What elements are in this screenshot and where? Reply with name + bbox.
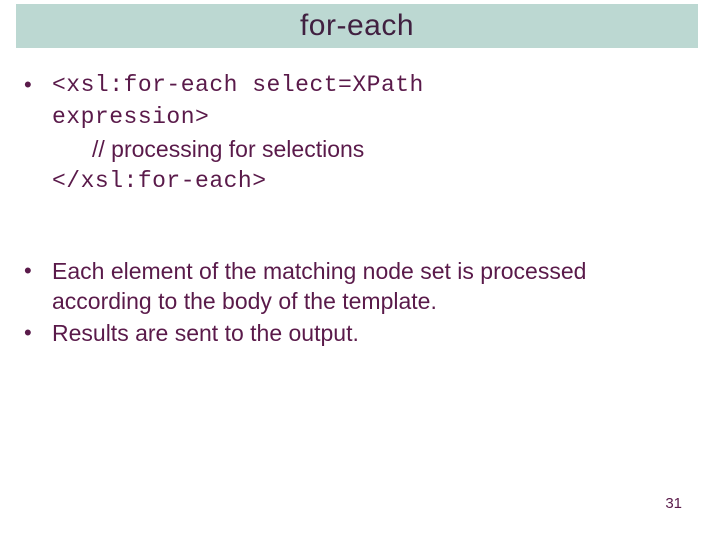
code-continuation: // processing for selections <box>24 134 690 164</box>
code-line: </xsl:for-each> <box>52 166 267 196</box>
bullet-icon: • <box>24 318 52 348</box>
slide-content: • <xsl:for-each select=XPath expression>… <box>24 70 690 350</box>
page-number: 31 <box>665 495 682 512</box>
bullet-item: • <xsl:for-each select=XPath <box>24 70 690 100</box>
code-line: expression> <box>52 102 209 132</box>
title-bar: for-each <box>16 4 698 48</box>
slide: for-each • <xsl:for-each select=XPath ex… <box>0 0 720 540</box>
bullet-item: • Results are sent to the output. <box>24 318 690 348</box>
bullet-text: Results are sent to the output. <box>52 318 359 348</box>
bullet-icon: • <box>24 70 52 100</box>
bullet-item: • Each element of the matching node set … <box>24 256 690 316</box>
bullet-icon: • <box>24 256 52 286</box>
explanation-block: • Each element of the matching node set … <box>24 256 690 348</box>
code-comment: // processing for selections <box>92 134 364 164</box>
bullet-text: Each element of the matching node set is… <box>52 256 690 316</box>
code-continuation: expression> <box>24 102 690 132</box>
code-line: <xsl:for-each select=XPath <box>52 70 424 100</box>
code-continuation: </xsl:for-each> <box>24 166 690 196</box>
slide-title: for-each <box>300 9 414 43</box>
